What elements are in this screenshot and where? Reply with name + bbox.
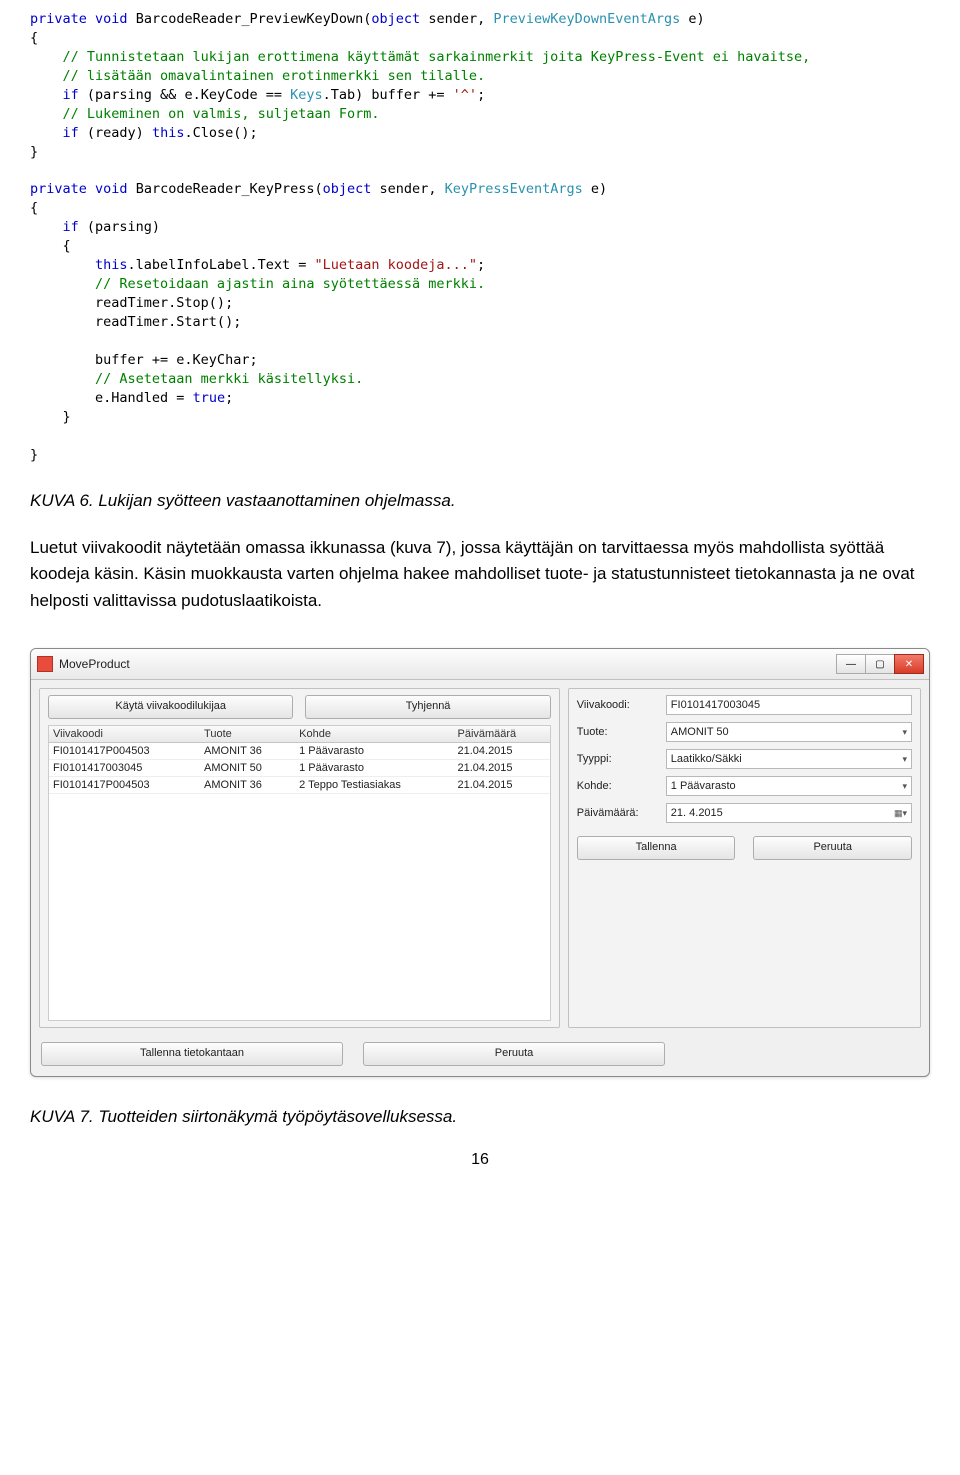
tyyppi-select[interactable]: Laatikko/Säkki▾ (666, 749, 912, 769)
app-icon (37, 656, 53, 672)
cancel-all-button[interactable]: Peruuta (363, 1042, 665, 1066)
kohde-select[interactable]: 1 Päävarasto▾ (666, 776, 912, 796)
paivamaara-label: Päivämäärä: (577, 807, 662, 819)
left-panel: Käytä viivakoodilukijaa Tyhjennä Viivako… (39, 688, 560, 1028)
body-paragraph: Luetut viivakoodit näytetään omassa ikku… (30, 535, 930, 614)
maximize-button[interactable]: ▢ (865, 654, 895, 674)
col-tuote: Tuote (200, 726, 295, 743)
figure-caption-6: KUVA 6. Lukijan syötteen vastaanottamine… (30, 491, 930, 511)
tuote-select[interactable]: AMONIT 50▾ (666, 722, 912, 742)
barcode-grid[interactable]: Viivakoodi Tuote Kohde Päivämäärä FI0101… (48, 725, 551, 1021)
code-block-2: private void BarcodeReader_KeyPress(obje… (30, 180, 930, 465)
use-barcodereader-button[interactable]: Käytä viivakoodilukijaa (48, 695, 293, 719)
figure-caption-7: KUVA 7. Tuotteiden siirtonäkymä työpöytä… (30, 1107, 930, 1127)
col-viivakoodi: Viivakoodi (49, 726, 200, 743)
window-buttons: — ▢ ✕ (837, 654, 924, 674)
page-number: 16 (30, 1151, 930, 1169)
code-block-1: private void BarcodeReader_PreviewKeyDow… (30, 10, 930, 162)
table-row[interactable]: FI0101417003045AMONIT 501 Päävarasto21.0… (49, 760, 550, 777)
right-panel: Viivakoodi: FI0101417003045 Tuote: AMONI… (568, 688, 921, 1028)
viivakoodi-label: Viivakoodi: (577, 699, 662, 711)
table-row[interactable]: FI0101417P004503AMONIT 361 Päävarasto21.… (49, 743, 550, 760)
col-kohde: Kohde (295, 726, 453, 743)
chevron-down-icon: ▾ (902, 723, 907, 741)
calendar-icon: ▦▾ (894, 804, 907, 822)
kohde-label: Kohde: (577, 780, 662, 792)
save-db-button[interactable]: Tallenna tietokantaan (41, 1042, 343, 1066)
table-row[interactable]: FI0101417P004503AMONIT 362 Teppo Testias… (49, 777, 550, 794)
paivamaara-picker[interactable]: 21. 4.2015▦▾ (666, 803, 912, 823)
minimize-button[interactable]: — (836, 654, 866, 674)
close-button[interactable]: ✕ (894, 654, 924, 674)
save-button[interactable]: Tallenna (577, 836, 736, 860)
moveproduct-dialog: MoveProduct — ▢ ✕ Käytä viivakoodilukija… (30, 648, 930, 1077)
tuote-label: Tuote: (577, 726, 662, 738)
col-paivamaara: Päivämäärä (453, 726, 549, 743)
chevron-down-icon: ▾ (902, 777, 907, 795)
chevron-down-icon: ▾ (902, 750, 907, 768)
clear-button[interactable]: Tyhjennä (305, 695, 550, 719)
titlebar: MoveProduct — ▢ ✕ (31, 649, 929, 680)
tyyppi-label: Tyyppi: (577, 753, 662, 765)
window-title: MoveProduct (59, 657, 130, 671)
cancel-button[interactable]: Peruuta (753, 836, 912, 860)
viivakoodi-input[interactable]: FI0101417003045 (666, 695, 912, 715)
